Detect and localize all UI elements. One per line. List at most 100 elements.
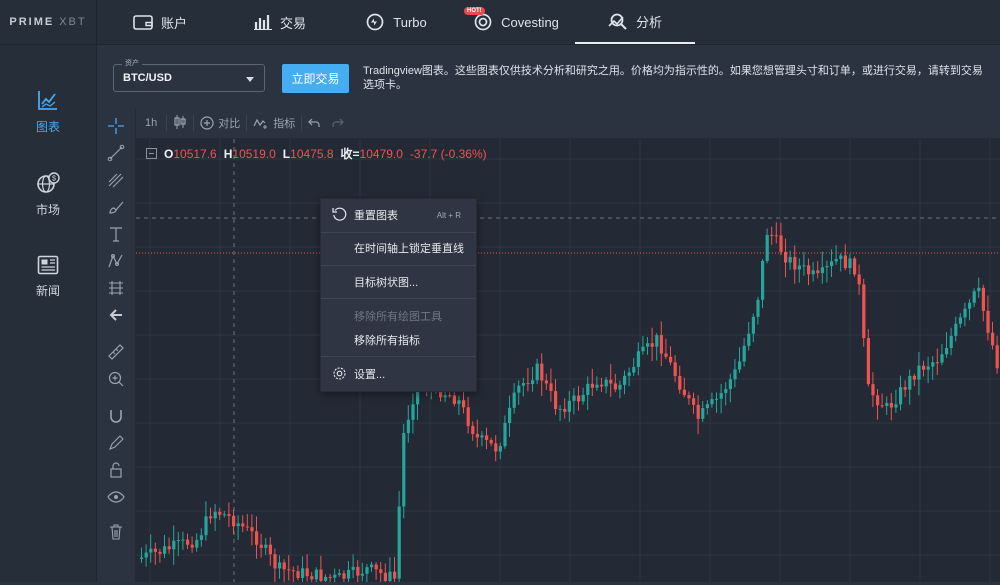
back-arrow-tool[interactable] (104, 303, 128, 327)
trend-line-tool[interactable] (104, 141, 128, 165)
delete-tool[interactable] (104, 520, 128, 544)
sidebar-item-news[interactable]: 新闻 (0, 255, 96, 299)
brush-icon (107, 198, 125, 216)
candle-body (494, 443, 498, 452)
logo[interactable]: PRIME XBT (0, 0, 97, 44)
candle-body (508, 407, 512, 423)
candle-body (259, 544, 263, 548)
nav-label-analysis: 分析 (635, 14, 662, 30)
candle-body (917, 365, 921, 380)
menu-item-label: 移除所有指标 (354, 335, 420, 347)
nav-label-trade: 交易 (279, 15, 306, 31)
stay-drawing-tool[interactable] (104, 431, 128, 455)
asset-select[interactable]: 资产 BTC/USD (113, 58, 265, 92)
change-value: -37.7 (-0.36%) (409, 146, 487, 161)
candle-body (558, 408, 562, 410)
candle-body (765, 234, 769, 261)
bar-chart-icon (253, 14, 272, 30)
candle-body (687, 395, 691, 399)
zoom-in-icon (107, 370, 125, 388)
magnet-tool[interactable] (104, 404, 128, 428)
price-chart[interactable] (136, 139, 1000, 585)
menu-divider (321, 298, 476, 299)
collapse-legend-icon[interactable] (146, 148, 157, 159)
visibility-tool[interactable] (104, 485, 128, 509)
candle-body (218, 511, 222, 515)
zoom-tool[interactable] (104, 367, 128, 391)
chart-context-menu: 重置图表 Alt + R 在时间轴上锁定垂直线 目标树状图... 移除所有绘图工… (320, 198, 477, 392)
top-navigation: PRIME XBT 账户 交易 Turbo Covesting HOT! 分析 (0, 0, 1000, 45)
candle-body (820, 267, 824, 274)
candle-body (241, 523, 245, 527)
logo-bold: PRIME (9, 16, 55, 28)
candle-body (397, 506, 401, 579)
candle-body (816, 270, 820, 274)
nav-item-turbo[interactable]: Turbo (348, 0, 444, 44)
chart-icon (37, 89, 59, 114)
candle-body (393, 571, 397, 579)
redo-button[interactable] (326, 108, 350, 138)
undo-button[interactable] (302, 108, 326, 138)
prediction-tool[interactable] (104, 276, 128, 300)
candle-body (572, 395, 576, 401)
candle-body (724, 389, 728, 394)
candle-body (245, 526, 249, 528)
candle-body (876, 395, 880, 406)
menu-item-hotkey: Alt + R (436, 210, 461, 220)
menu-divider (321, 232, 476, 233)
nav-item-analysis[interactable]: 分析 (575, 0, 695, 44)
nav-item-trade[interactable]: 交易 (232, 0, 328, 44)
redo-icon (332, 118, 345, 128)
candle-body (186, 539, 190, 545)
candlestick-icon (173, 114, 187, 133)
candle-body (209, 516, 213, 519)
sidebar-item-markets[interactable]: $ 市场 (0, 172, 96, 218)
sidebar-item-chart[interactable]: 图表 (0, 89, 96, 135)
candle-body (595, 384, 599, 388)
crosshair-tool[interactable] (104, 114, 128, 138)
pattern-tool[interactable] (104, 249, 128, 273)
candle-body (172, 540, 176, 550)
candle-body (411, 404, 415, 420)
candle-body (374, 564, 378, 570)
candle-body (682, 389, 686, 396)
brush-tool[interactable] (104, 195, 128, 219)
candle-body (613, 383, 617, 390)
candle-body (535, 363, 539, 381)
candle-body (715, 398, 719, 400)
menu-item-label: 移除所有绘图工具 (354, 311, 442, 323)
candlestick-chart[interactable] (136, 139, 1000, 585)
menu-item-reset-chart[interactable]: 重置图表 Alt + R (321, 203, 476, 227)
candle-body (949, 335, 953, 349)
indicators-button[interactable]: 指标 (247, 108, 301, 138)
candle-body (232, 515, 236, 527)
plus-circle-icon (200, 116, 214, 130)
text-tool[interactable] (104, 222, 128, 246)
candle-body (577, 395, 581, 402)
candle-body (457, 400, 461, 404)
candle-body (503, 422, 507, 447)
lock-tool[interactable] (104, 458, 128, 482)
menu-item-settings[interactable]: 设置... (321, 362, 476, 386)
candle-body (273, 554, 277, 569)
interval-button[interactable]: 1h (135, 108, 166, 138)
menu-item-object-tree[interactable]: 目标树状图... (321, 270, 476, 294)
menu-item-remove-indicators[interactable]: 移除所有指标 (321, 328, 476, 352)
candle-style-button[interactable] (167, 108, 193, 138)
candle-body (903, 387, 907, 390)
asset-select-label: 资产 (122, 58, 142, 68)
compare-button[interactable]: 对比 (194, 108, 246, 138)
ruler-tool[interactable] (104, 340, 128, 364)
drawing-toolbar (97, 108, 136, 582)
nav-item-account[interactable]: 账户 (112, 0, 208, 44)
menu-item-lock-vertical-line[interactable]: 在时间轴上锁定垂直线 (321, 236, 476, 260)
candle-body (742, 345, 746, 362)
menu-item-label: 设置... (354, 369, 386, 381)
candle-body (452, 395, 456, 404)
candle-body (696, 404, 700, 419)
trade-now-button[interactable]: 立即交易 (282, 64, 349, 93)
news-icon (37, 255, 59, 278)
candle-body (701, 408, 705, 419)
fib-tool[interactable] (104, 168, 128, 192)
candle-body (627, 372, 631, 376)
